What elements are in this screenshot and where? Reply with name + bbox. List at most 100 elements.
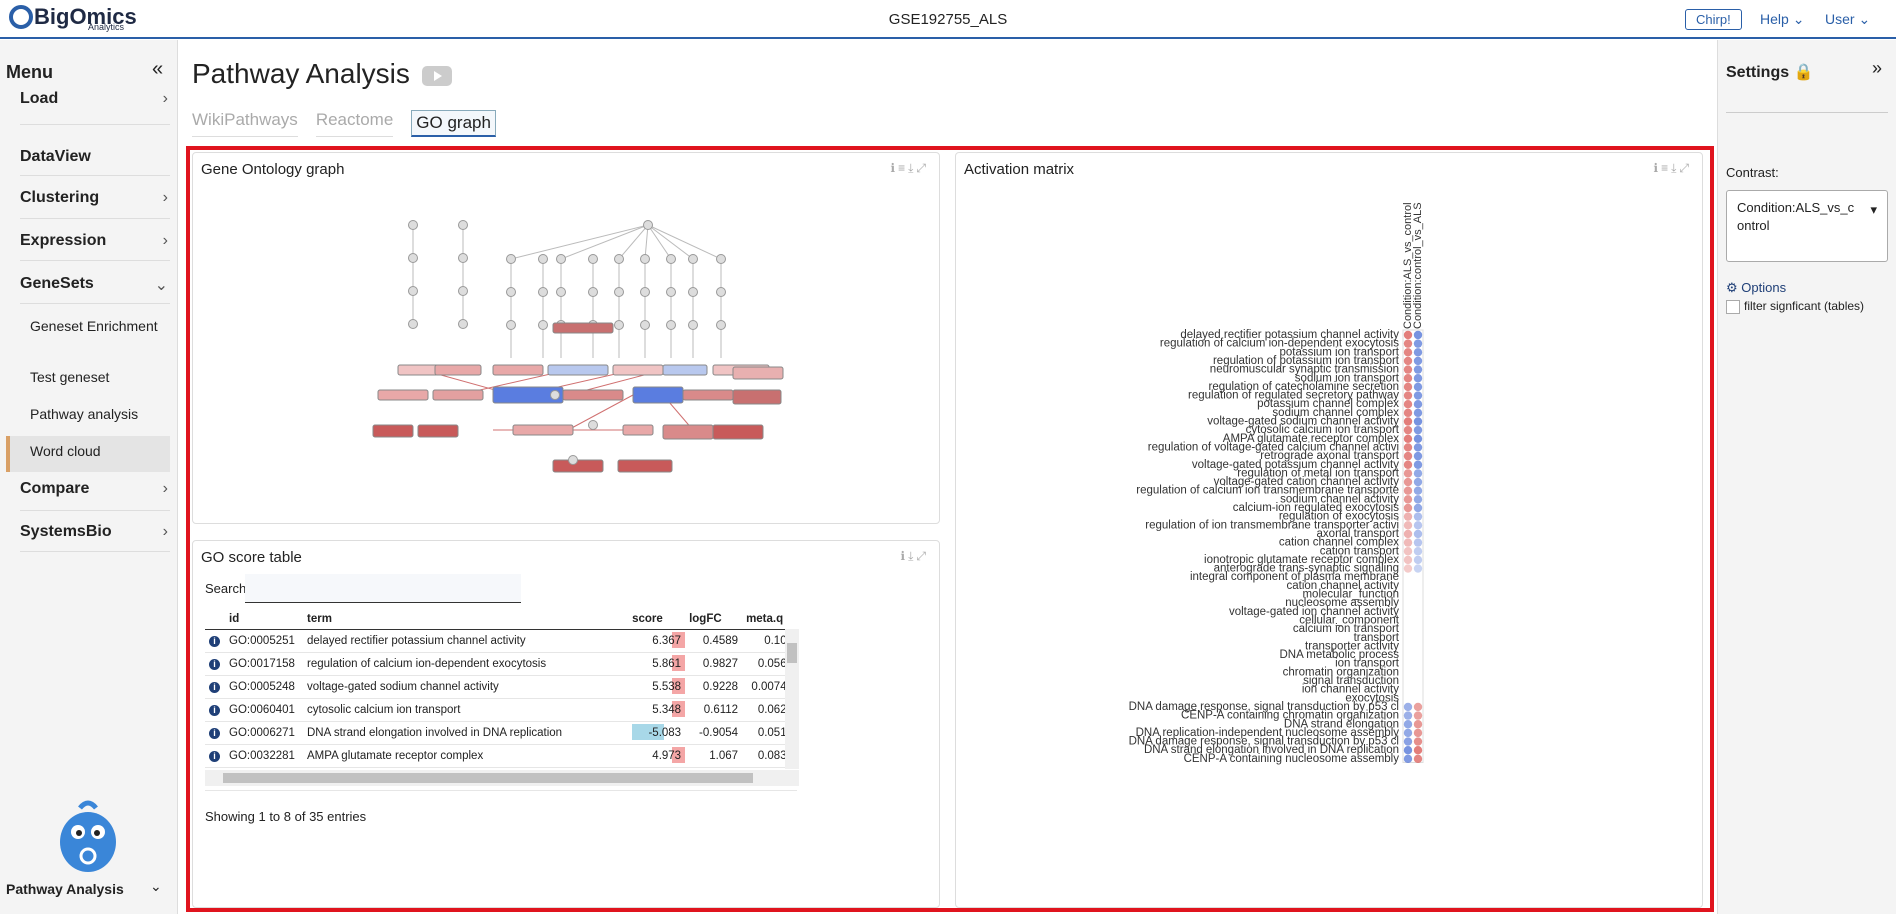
table-row[interactable]: i GO:0017158 regulation of calcium ion-dep…	[205, 652, 797, 676]
expand-icon[interactable]: ⤢	[1679, 161, 1692, 175]
matrix-cell[interactable]	[1413, 339, 1423, 348]
matrix-cell[interactable]	[1403, 434, 1413, 443]
sidebar-subitem-word-cloud[interactable]: Word cloud	[30, 443, 101, 459]
matrix-cell[interactable]	[1403, 425, 1413, 435]
chirp-button[interactable]: Chirp!	[1685, 9, 1742, 30]
matrix-cell[interactable]	[1403, 538, 1413, 547]
graph-node[interactable]	[408, 286, 418, 296]
matrix-cell[interactable]	[1403, 495, 1413, 504]
matrix-cell[interactable]	[1403, 564, 1413, 573]
table-row[interactable]: i GO:0060401 cytosolic calcium ion transpo…	[205, 698, 797, 722]
matrix-cell[interactable]	[1403, 512, 1413, 521]
graph-node[interactable]	[666, 254, 676, 264]
filter-checkbox[interactable]	[1726, 299, 1740, 314]
matrix-cell[interactable]	[1403, 348, 1413, 357]
graph-term-node[interactable]	[612, 364, 664, 376]
graph-node[interactable]	[588, 420, 598, 430]
info-icon[interactable]: i	[209, 705, 220, 716]
matrix-cell[interactable]	[1403, 720, 1413, 729]
graph-node[interactable]	[688, 320, 698, 330]
graph-term-node[interactable]	[662, 424, 714, 440]
matrix-cell[interactable]	[1403, 408, 1413, 418]
graph-node[interactable]	[538, 287, 548, 297]
graph-node[interactable]	[640, 320, 650, 330]
matrix-cell[interactable]	[1403, 451, 1413, 461]
graph-node[interactable]	[538, 254, 548, 264]
matrix-cell[interactable]	[1403, 382, 1413, 392]
info-icon[interactable]: i	[209, 636, 220, 647]
sidebar-item-systemsbio[interactable]: SystemsBio ›	[20, 523, 170, 552]
filter-significant-option[interactable]: filter signficant (tables)	[1726, 299, 1864, 314]
sidebar-subitem-test-geneset[interactable]: Test geneset	[30, 369, 109, 385]
matrix-cell[interactable]	[1403, 365, 1413, 374]
matrix-cell[interactable]	[1413, 400, 1423, 409]
matrix-cell[interactable]	[1403, 391, 1413, 400]
matrix-cell[interactable]	[1413, 529, 1423, 539]
matrix-cell[interactable]	[1403, 330, 1413, 340]
matrix-cell[interactable]	[1403, 746, 1413, 755]
matrix-cell[interactable]	[1403, 400, 1413, 409]
row-info-cell[interactable]: i	[205, 721, 226, 745]
matrix-cell[interactable]	[1413, 503, 1423, 513]
tab-wikipathways[interactable]: WikiPathways	[192, 110, 298, 137]
matrix-cell[interactable]	[1403, 356, 1413, 366]
graph-node[interactable]	[716, 320, 726, 330]
graph-node[interactable]	[550, 390, 560, 400]
sidebar-item-dataview[interactable]: DataView	[20, 148, 170, 176]
matrix-cell[interactable]	[1413, 460, 1423, 469]
graph-term-node[interactable]	[377, 389, 429, 401]
info-icon[interactable]: i	[209, 728, 220, 739]
matrix-cell[interactable]	[1413, 746, 1423, 755]
graph-node[interactable]	[458, 220, 468, 230]
graph-node[interactable]	[643, 220, 653, 230]
graph-term-node[interactable]	[417, 424, 459, 438]
activation-matrix-canvas[interactable]: Condition:ALS_vs_controlCondition:contro…	[956, 183, 1702, 907]
table-header-score[interactable]: score	[628, 609, 686, 630]
matrix-cell[interactable]	[1413, 425, 1423, 435]
matrix-cell[interactable]	[1413, 348, 1423, 357]
menu-icon[interactable]: ≡	[1661, 161, 1671, 175]
row-info-cell[interactable]: i	[205, 652, 226, 676]
table-row[interactable]: i GO:0005248 voltage-gated sodium channel …	[205, 675, 797, 699]
matrix-cell[interactable]	[1403, 503, 1413, 513]
matrix-cell[interactable]	[1413, 417, 1423, 426]
matrix-cell[interactable]	[1413, 486, 1423, 495]
matrix-cell[interactable]	[1413, 451, 1423, 461]
matrix-cell[interactable]	[1413, 737, 1423, 746]
sidebar-item-compare[interactable]: Compare ›	[20, 480, 170, 511]
matrix-cell[interactable]	[1413, 477, 1423, 487]
graph-term-node[interactable]	[512, 424, 574, 436]
menu-icon[interactable]: ≡	[898, 161, 908, 175]
graph-node[interactable]	[408, 220, 418, 230]
graph-term-node[interactable]	[397, 364, 439, 376]
go-graph-canvas[interactable]	[193, 183, 939, 523]
graph-term-node[interactable]	[632, 386, 684, 404]
matrix-cell[interactable]	[1413, 711, 1423, 720]
matrix-cell[interactable]	[1413, 443, 1423, 452]
graph-term-node[interactable]	[732, 366, 784, 380]
matrix-cell[interactable]	[1413, 374, 1423, 383]
user-menu[interactable]: User ⌄	[1825, 11, 1870, 28]
matrix-cell[interactable]	[1403, 555, 1413, 565]
matrix-cell[interactable]	[1403, 374, 1413, 383]
horizontal-scrollbar[interactable]	[205, 770, 799, 786]
collapse-settings-icon[interactable]: »	[1872, 58, 1882, 79]
info-icon[interactable]: i	[209, 659, 220, 670]
matrix-cell[interactable]	[1413, 521, 1423, 530]
table-row[interactable]: i GO:0005251 delayed rectifier potassium c…	[205, 629, 797, 653]
graph-node[interactable]	[614, 287, 624, 297]
graph-node[interactable]	[458, 319, 468, 329]
help-menu[interactable]: Help ⌄	[1760, 11, 1804, 28]
graph-node[interactable]	[666, 287, 676, 297]
graph-term-node[interactable]	[434, 364, 482, 376]
row-info-cell[interactable]: i	[205, 698, 226, 722]
tab-reactome[interactable]: Reactome	[315, 110, 394, 137]
graph-term-node[interactable]	[617, 459, 673, 473]
info-icon[interactable]: i	[209, 751, 220, 762]
graph-node[interactable]	[588, 254, 598, 264]
matrix-cell[interactable]	[1403, 754, 1413, 764]
matrix-cell[interactable]	[1403, 469, 1413, 478]
graph-term-node[interactable]	[732, 389, 782, 405]
video-icon[interactable]	[422, 66, 452, 86]
table-header-id[interactable]: id	[225, 609, 303, 630]
